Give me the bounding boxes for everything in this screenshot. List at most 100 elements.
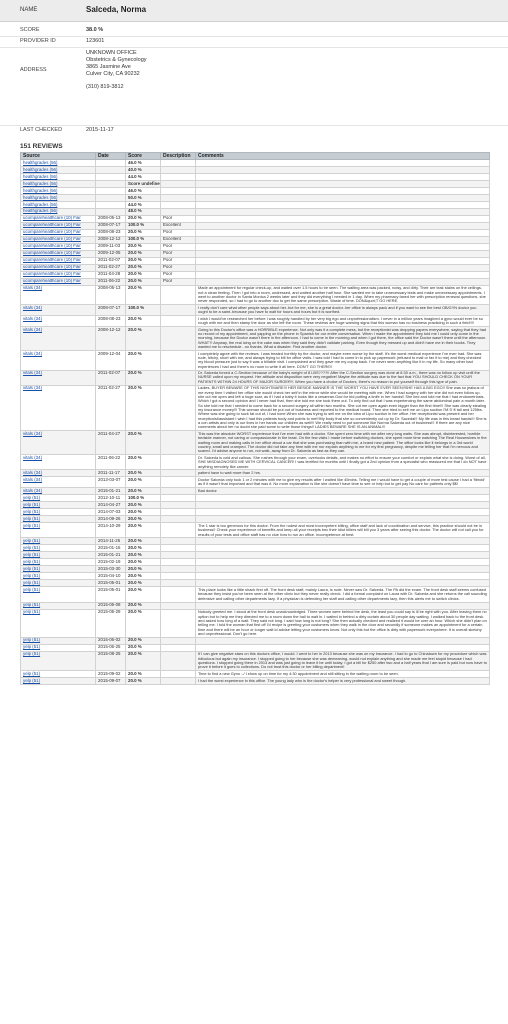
review-source-link[interactable]: yelp (51) bbox=[20, 643, 96, 652]
review-description bbox=[160, 494, 196, 503]
review-comment bbox=[195, 249, 490, 258]
review-score: 20.0 % bbox=[125, 469, 161, 478]
review-source-link[interactable]: yelp (51) bbox=[20, 537, 96, 546]
review-source-link[interactable]: healthgrades (56) bbox=[20, 159, 96, 167]
review-source-link[interactable]: yelp (51) bbox=[20, 586, 96, 603]
review-source-link[interactable]: ucomparehealthcare (10) Fair bbox=[20, 214, 96, 223]
review-source-link[interactable]: healthgrades (56) bbox=[20, 186, 96, 195]
review-source-link[interactable]: ucomparehealthcare (10) Fair bbox=[20, 221, 96, 230]
review-comment: Made an appointment for regular check-up… bbox=[195, 284, 490, 306]
review-source-link[interactable]: vitals (34) bbox=[20, 315, 96, 328]
review-source-link[interactable]: vitals (34) bbox=[20, 476, 96, 489]
review-source-link[interactable]: vitals (34) bbox=[20, 430, 96, 456]
review-row: ucomparehealthcare (10) Fair 2011-02-27 20… bbox=[20, 263, 490, 272]
review-source-link[interactable]: healthgrades (56) bbox=[20, 179, 96, 188]
review-date: 2011-02-07 bbox=[95, 256, 126, 265]
review-source-link[interactable]: ucomparehealthcare (10) Fair bbox=[20, 277, 96, 286]
review-source-link[interactable]: vitals (34) bbox=[20, 349, 96, 371]
review-source-link[interactable]: ucomparehealthcare (10) Fair bbox=[20, 263, 96, 272]
review-source-link[interactable]: yelp (51) bbox=[20, 508, 96, 517]
review-source-link[interactable]: vitals (34) bbox=[20, 326, 96, 351]
review-source-link[interactable]: vitals (34) bbox=[20, 369, 96, 386]
review-source-link[interactable]: vitals (34) bbox=[20, 487, 96, 496]
review-source-link[interactable]: healthgrades (56) bbox=[20, 200, 96, 209]
review-row: vitals (34) 2008-12-12 20.0 % Going to this… bbox=[20, 326, 490, 351]
review-comment bbox=[195, 207, 490, 216]
review-source-link[interactable]: yelp (51) bbox=[20, 650, 96, 672]
review-comment bbox=[195, 494, 490, 503]
review-source-link[interactable]: ucomparehealthcare (10) Fair bbox=[20, 228, 96, 237]
review-source-link[interactable]: yelp (51) bbox=[20, 494, 96, 503]
review-score: 100.0 % bbox=[125, 235, 161, 244]
review-comment: If I can give negative stars on this doc… bbox=[195, 650, 490, 672]
column-header-comments: Comments bbox=[195, 152, 490, 160]
review-source-link[interactable]: ucomparehealthcare (10) Fair bbox=[20, 249, 96, 258]
review-comment: Doctor Salceda only took 1 or 2 minutes … bbox=[195, 476, 490, 489]
review-comment bbox=[195, 235, 490, 244]
review-source-link[interactable]: yelp (51) bbox=[20, 522, 96, 539]
last-checked-label: LAST CHECKED bbox=[20, 127, 63, 133]
review-source-link[interactable]: vitals (34) bbox=[20, 454, 96, 471]
review-date bbox=[95, 165, 126, 174]
review-row: ucomparehealthcare (10) Fair 2008-12-12 10… bbox=[20, 235, 490, 244]
review-comment bbox=[195, 159, 490, 167]
table-header-row: Source Date Score Description Comments bbox=[20, 152, 490, 160]
review-description bbox=[160, 179, 196, 188]
review-row: yelp (51) 2015-06-25 20.0 % bbox=[20, 643, 490, 652]
review-row: ucomparehealthcare (10) Fair 2009-11-03 20… bbox=[20, 242, 490, 251]
review-score: 20.0 % bbox=[125, 643, 161, 652]
review-source-link[interactable]: yelp (51) bbox=[20, 515, 96, 524]
review-score: 20.0 % bbox=[125, 650, 161, 672]
review-description: Poor bbox=[160, 228, 196, 237]
review-source-link[interactable]: yelp (51) bbox=[20, 579, 96, 588]
review-row: healthgrades (56) 50.0 % bbox=[20, 193, 490, 202]
review-score: 20.0 % bbox=[125, 508, 161, 517]
review-source-link[interactable]: healthgrades (56) bbox=[20, 172, 96, 181]
review-source-link[interactable]: yelp (51) bbox=[20, 670, 96, 679]
review-source-link[interactable]: yelp (51) bbox=[20, 565, 96, 574]
review-source-link[interactable]: healthgrades (56) bbox=[20, 193, 96, 202]
review-source-link[interactable]: vitals (34) bbox=[20, 304, 96, 317]
review-source-link[interactable]: yelp (51) bbox=[20, 551, 96, 560]
review-source-link[interactable]: yelp (51) bbox=[20, 544, 96, 553]
review-source-link[interactable]: yelp (51) bbox=[20, 636, 96, 645]
review-source-link[interactable]: yelp (51) bbox=[20, 572, 96, 581]
review-description bbox=[160, 522, 196, 539]
review-source-link[interactable]: yelp (51) bbox=[20, 677, 96, 686]
review-source-link[interactable]: vitals (34) bbox=[20, 284, 96, 306]
review-comment bbox=[195, 165, 490, 174]
address-label: ADDRESS bbox=[20, 67, 47, 73]
review-source-link[interactable]: yelp (51) bbox=[20, 558, 96, 567]
review-comment bbox=[195, 270, 490, 279]
review-comment bbox=[195, 214, 490, 223]
review-source-link[interactable]: ucomparehealthcare (10) Fair bbox=[20, 256, 96, 265]
review-description bbox=[160, 326, 196, 351]
review-date: 2009-12-04 bbox=[95, 349, 126, 371]
review-date: 2015-03-30 bbox=[95, 565, 126, 574]
review-source-link[interactable]: healthgrades (56) bbox=[20, 165, 96, 174]
review-score: 20.0 % bbox=[125, 522, 161, 539]
review-source-link[interactable]: vitals (34) bbox=[20, 469, 96, 478]
review-description bbox=[160, 284, 196, 306]
review-description bbox=[160, 430, 196, 456]
review-date: 2015-05-29 bbox=[95, 608, 126, 638]
review-source-link[interactable]: ucomparehealthcare (10) Fair bbox=[20, 235, 96, 244]
review-source-link[interactable]: ucomparehealthcare (10) Fair bbox=[20, 242, 96, 251]
review-source-link[interactable]: yelp (51) bbox=[20, 501, 96, 510]
review-source-link[interactable]: healthgrades (56) bbox=[20, 207, 96, 216]
review-source-link[interactable]: ucomparehealthcare (10) Fair bbox=[20, 270, 96, 279]
review-description bbox=[160, 207, 196, 216]
review-source-link[interactable]: yelp (51) bbox=[20, 608, 96, 638]
review-row: yelp (51) 2014-10-29 20.0 % The 1 star is t… bbox=[20, 522, 490, 539]
review-description bbox=[160, 515, 196, 524]
review-comment bbox=[195, 256, 490, 265]
review-source-link[interactable]: vitals (34) bbox=[20, 384, 96, 432]
review-row: yelp (51) 2015-05-08 20.0 % bbox=[20, 601, 490, 610]
review-row: vitals (34) 2011-04-27 20.0 % This was the … bbox=[20, 430, 490, 456]
column-header-source: Source bbox=[20, 152, 96, 160]
review-score: 20.0 % bbox=[125, 454, 161, 471]
review-source-link[interactable]: yelp (51) bbox=[20, 601, 96, 610]
review-row: yelp (51) 2015-04-10 20.0 % bbox=[20, 572, 490, 581]
review-score: 46.0 % bbox=[125, 186, 161, 195]
provider-name: Salceda, Norma bbox=[86, 5, 147, 14]
